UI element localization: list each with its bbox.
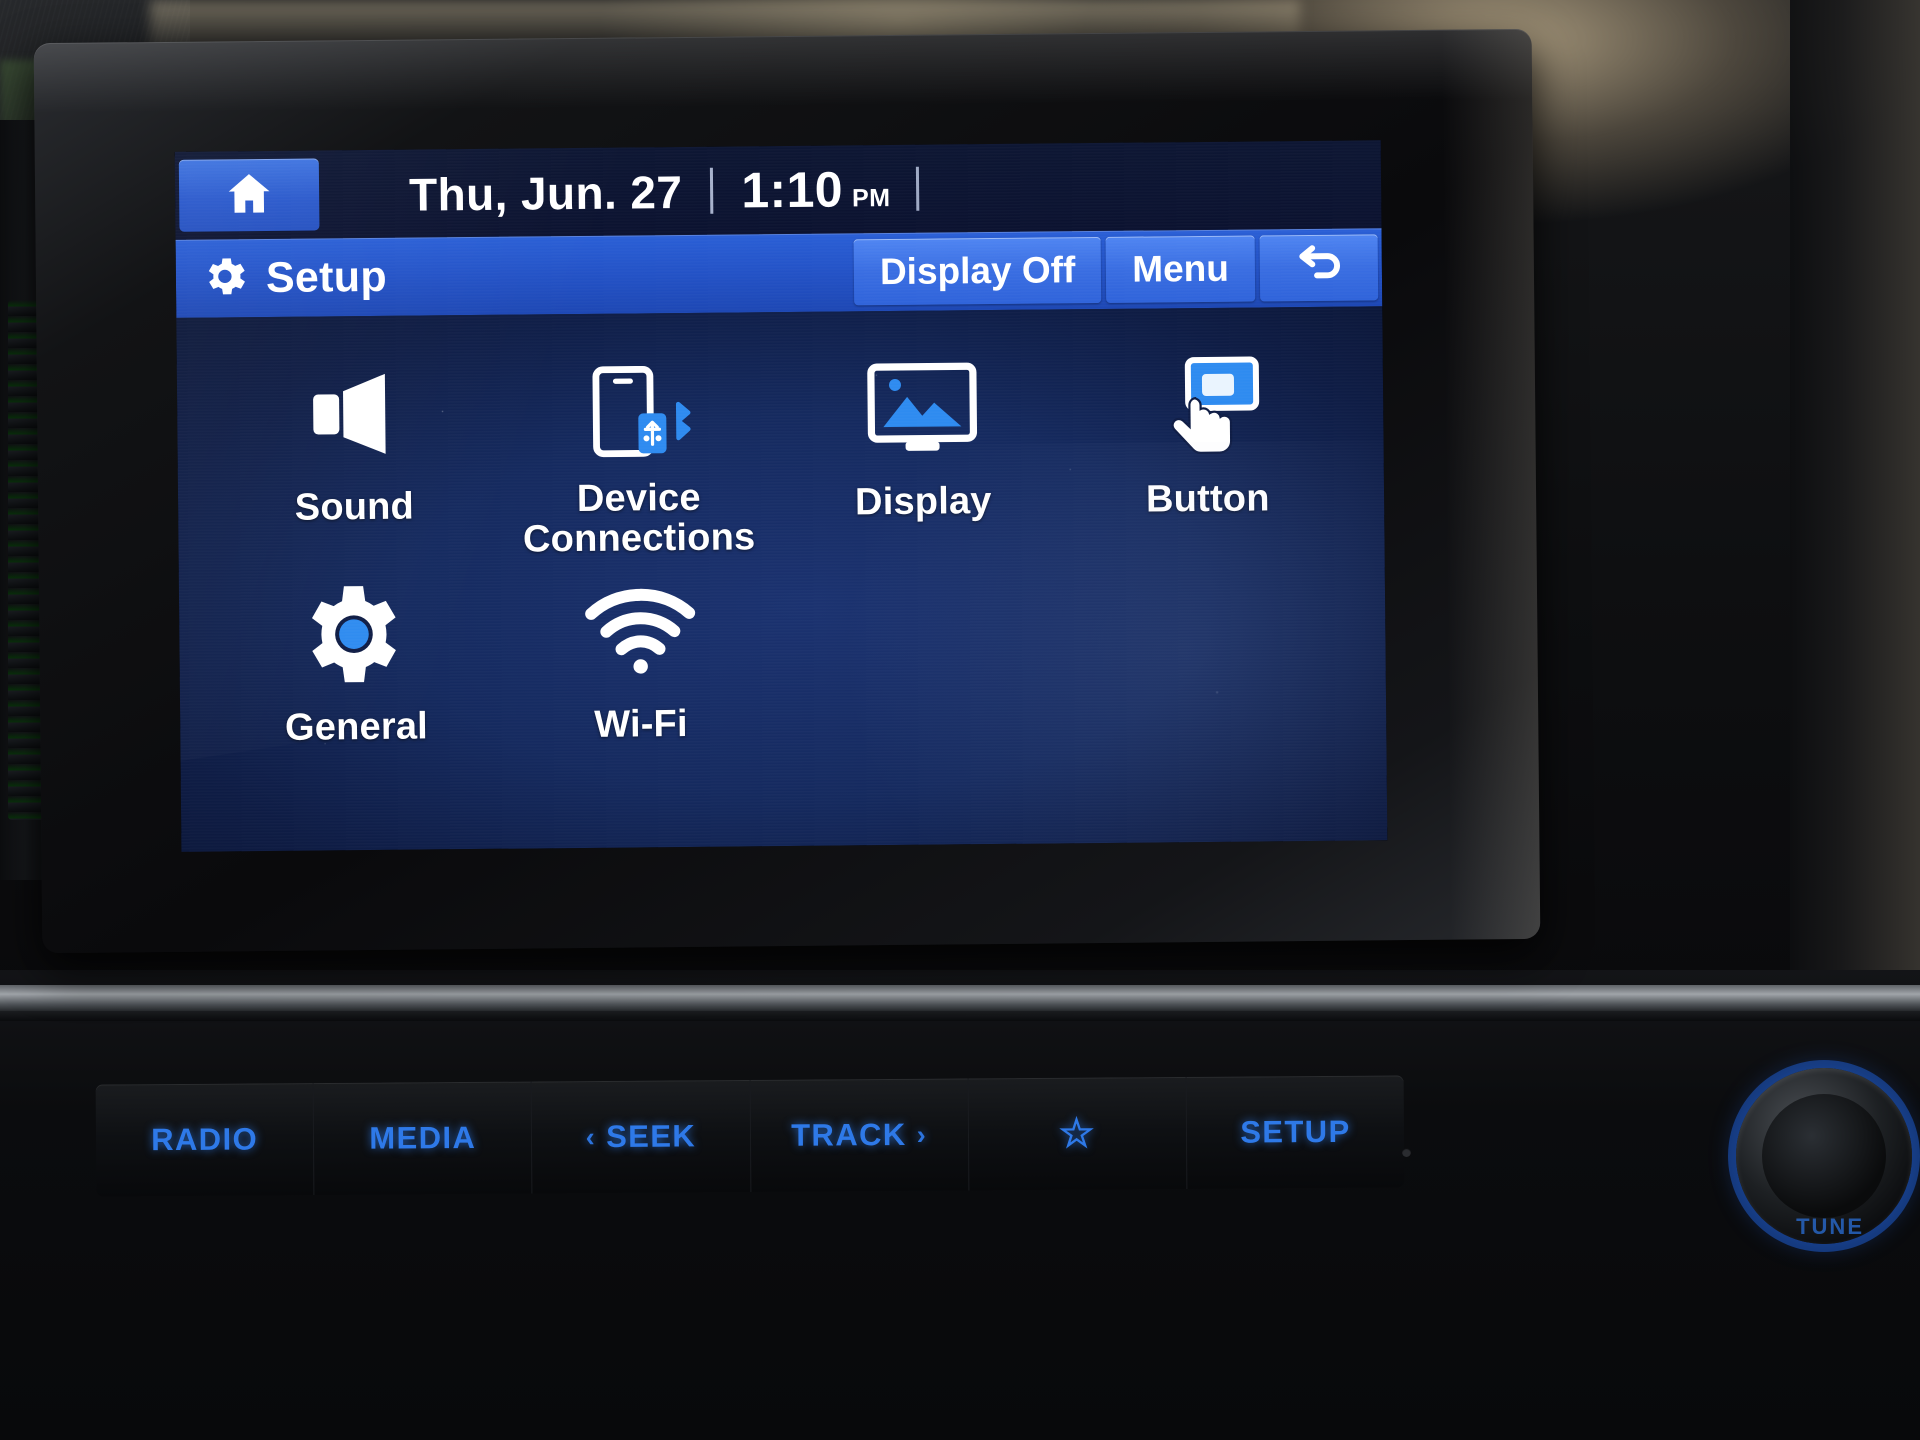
setup-item-sound-label: Sound — [294, 485, 415, 529]
microphone-pinhole — [1402, 1148, 1411, 1157]
head-unit-bezel: Thu, Jun. 27 1:10 PM Setup Display Off M… — [33, 28, 1541, 954]
setup-item-device-connections-label: Device Connections — [522, 476, 756, 561]
favorite-button[interactable]: ☆ — [968, 1076, 1188, 1191]
setup-item-wifi-label: Wi-Fi — [594, 702, 688, 746]
chrome-trim-strip — [0, 985, 1920, 1011]
track-button[interactable]: TRACK › — [750, 1078, 970, 1192]
bezel-gloss-right — [1441, 28, 1541, 940]
page-title: Setup — [265, 252, 388, 302]
track-chevron-icon: › — [916, 1119, 928, 1150]
setup-item-general[interactable]: General — [213, 575, 500, 798]
touch-button-icon — [1147, 347, 1266, 464]
setup-item-display-label: Display — [854, 480, 992, 524]
bezel-gloss-top — [33, 28, 1533, 114]
gear-icon-general — [300, 576, 411, 693]
dashboard-right-panel — [1790, 0, 1920, 980]
setup-item-button-label: Button — [1145, 477, 1270, 521]
setup-item-button[interactable]: Button — [1064, 347, 1351, 570]
media-button[interactable]: MEDIA — [313, 1081, 533, 1196]
setup-item-general-label: General — [284, 705, 429, 749]
status-bar: Thu, Jun. 27 1:10 PM — [174, 140, 1382, 240]
setup-menu-grid: Sound Device Connections Display Button … — [176, 306, 1388, 852]
status-separator-2 — [916, 166, 920, 211]
seek-label: SEEK — [606, 1118, 697, 1155]
device-connections-line-2: Connections — [522, 516, 756, 561]
home-icon — [221, 166, 278, 224]
status-separator-1 — [710, 167, 714, 214]
status-datetime: Thu, Jun. 27 1:10 PM — [409, 160, 920, 223]
radio-button[interactable]: RADIO — [95, 1083, 315, 1197]
star-icon: ☆ — [1058, 1111, 1097, 1156]
setup-item-device-connections[interactable]: Device Connections — [495, 352, 782, 575]
back-arrow-icon — [1291, 240, 1348, 296]
monitor-icon — [863, 350, 982, 467]
device-connections-line-1: Device — [576, 476, 701, 521]
speaker-icon — [297, 356, 410, 473]
track-label: TRACK — [791, 1116, 907, 1153]
gear-icon — [200, 251, 251, 306]
title-bar-actions: Display Off Menu — [853, 228, 1383, 311]
home-button[interactable] — [178, 158, 320, 232]
display-off-button[interactable]: Display Off — [853, 236, 1102, 306]
setup-item-display[interactable]: Display — [780, 349, 1067, 572]
wifi-icon — [581, 573, 700, 690]
tune-knob-label: TUNE — [1796, 1214, 1864, 1239]
title-bar-left: Setup — [176, 245, 855, 307]
menu-button[interactable]: Menu — [1105, 235, 1256, 303]
device-connections-icon — [577, 353, 698, 470]
hardware-button-row: RADIO MEDIA ‹ SEEK TRACK › ☆ SETUP TUNE — [0, 1062, 1920, 1244]
infotainment-screen: Thu, Jun. 27 1:10 PM Setup Display Off M… — [174, 140, 1388, 852]
chrome-trim-shadow — [0, 1011, 1920, 1021]
setup-item-wifi[interactable]: Wi-Fi — [497, 572, 784, 795]
status-time: 1:10 — [741, 161, 844, 219]
title-bar: Setup Display Off Menu — [175, 228, 1383, 318]
status-ampm: PM — [851, 183, 891, 213]
hardware-button-plate: RADIO MEDIA ‹ SEEK TRACK › ☆ SETUP — [95, 1075, 1405, 1197]
seek-button[interactable]: ‹ SEEK — [531, 1079, 751, 1194]
setup-item-sound[interactable]: Sound — [211, 355, 498, 578]
seek-chevron-icon: ‹ — [585, 1121, 597, 1152]
back-button[interactable] — [1259, 234, 1379, 302]
setup-hardware-button[interactable]: SETUP — [1186, 1075, 1404, 1189]
status-date: Thu, Jun. 27 — [408, 165, 683, 221]
